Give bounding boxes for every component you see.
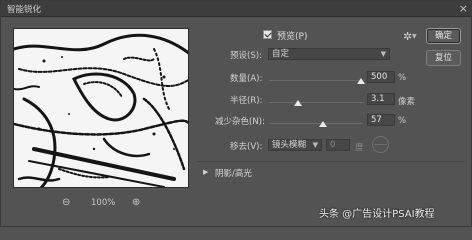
shadows-highlights-section[interactable]: 阴影/高光 xyxy=(215,167,252,179)
close-icon[interactable]: × xyxy=(459,2,468,15)
angle-dial[interactable] xyxy=(372,136,389,153)
preset-label: 预设(S): xyxy=(230,51,262,61)
amount-input[interactable]: 500 xyxy=(367,71,395,83)
amount-unit: % xyxy=(398,73,407,83)
preview-checkbox[interactable] xyxy=(263,30,272,39)
preview-label: 预览(P) xyxy=(277,32,308,42)
amount-slider-thumb[interactable] xyxy=(357,78,366,84)
angle-unit: 度 xyxy=(355,143,364,153)
remove-blur-value: 镜头模糊 xyxy=(272,140,307,150)
chevron-down-icon: ▼ xyxy=(380,50,386,58)
preview-sketch xyxy=(14,29,188,187)
reduce-noise-slider-thumb[interactable] xyxy=(318,121,327,127)
gear-icon[interactable]: ✲ xyxy=(403,30,412,43)
radius-slider-track[interactable] xyxy=(269,102,363,103)
gear-menu-caret-icon[interactable]: ▼ xyxy=(412,33,417,40)
chevron-down-icon: ▼ xyxy=(312,141,318,149)
angle-input[interactable]: 0 xyxy=(326,139,350,151)
reduce-noise-input[interactable]: 57 xyxy=(367,114,395,126)
amount-slider-track[interactable] xyxy=(269,80,363,81)
remove-blur-select[interactable]: 镜头模糊 ▼ xyxy=(268,139,322,151)
ok-button[interactable]: 确定 xyxy=(426,28,461,44)
preview-image[interactable] xyxy=(13,28,189,188)
radius-label: 半径(R): xyxy=(230,96,263,106)
watermark: 头条 @广告设计PSAI教程 xyxy=(319,209,435,220)
preset-select[interactable]: 自定 ▼ xyxy=(268,48,390,60)
remove-label: 移去(V): xyxy=(230,142,263,152)
reduce-noise-label: 减少杂色(N): xyxy=(215,117,265,127)
section-divider xyxy=(197,161,465,162)
radius-slider-thumb[interactable] xyxy=(294,100,303,106)
window-title: 智能锐化 xyxy=(7,5,42,15)
radius-input[interactable]: 3.1 xyxy=(367,93,395,105)
preset-value: 自定 xyxy=(272,49,290,59)
smart-sharpen-dialog: 智能锐化 × ⊖ 100% ⊕ 预览(P) ✲ ▼ 确定 复位 预设(S): 自… xyxy=(0,0,472,227)
reset-button[interactable]: 复位 xyxy=(426,50,461,66)
radius-unit: 像素 xyxy=(398,97,416,107)
title-bar: 智能锐化 × xyxy=(1,1,472,17)
chevron-right-icon[interactable]: ▶ xyxy=(203,168,208,176)
zoom-controls: ⊖ 100% ⊕ xyxy=(56,197,151,209)
reduce-noise-slider-track[interactable] xyxy=(269,123,363,124)
zoom-out-icon[interactable]: ⊖ xyxy=(62,197,70,208)
zoom-level: 100% xyxy=(91,198,116,208)
zoom-in-icon[interactable]: ⊕ xyxy=(132,197,140,208)
reduce-noise-unit: % xyxy=(398,116,407,126)
amount-label: 数量(A): xyxy=(230,74,263,84)
